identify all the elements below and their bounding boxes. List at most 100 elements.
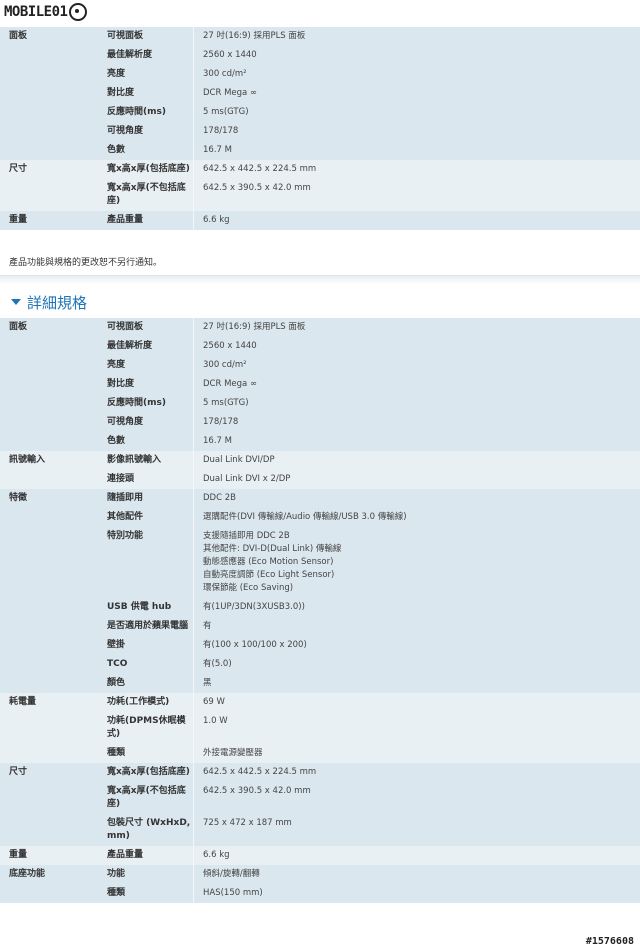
spec-label: USB 供電 hub: [93, 598, 194, 617]
spec-value: 6.6 kg: [194, 846, 640, 865]
spec-row: 特別功能 支援隨插即用 DDC 2B 其他配件: DVI-D(Dual Link) …: [0, 527, 640, 598]
spec-category: 重量: [0, 211, 93, 230]
spec-label: 種類: [93, 884, 194, 903]
spec-row: 其他配件 選購配件(DVI 傳輸線/Audio 傳輸線/USB 3.0 傳輸線): [0, 508, 640, 527]
spec-category: [0, 46, 93, 65]
spec-category: [0, 413, 93, 432]
spec-row: USB 供電 hub 有(1UP/3DN(3XUSB3.0)): [0, 598, 640, 617]
spec-row: 壁掛 有(100 x 100/100 x 200): [0, 636, 640, 655]
section-title: 詳細規格: [27, 293, 88, 312]
spec-label: 寬x高x厚(包括底座): [93, 160, 194, 179]
spec-label: 種類: [93, 744, 194, 763]
spec-label: 包裝尺寸 (WxHxD, mm): [93, 814, 194, 846]
spec-category: [0, 141, 93, 160]
spec-value: 642.5 x 442.5 x 224.5 mm: [194, 763, 640, 782]
spec-category: [0, 598, 93, 617]
summary-spec-table: 面板 可視面板 27 吋(16:9) 採用PLS 面板 最佳解析度 2560 x 144…: [0, 27, 640, 230]
spec-row: 底座功能 功能 傾斜/旋轉/翻轉: [0, 865, 640, 884]
spec-label: 反應時間(ms): [93, 394, 194, 413]
spec-value: 有(100 x 100/100 x 200): [194, 636, 640, 655]
spec-category: 訊號輸入: [0, 451, 93, 470]
spec-value: Dual Link DVI/DP: [194, 451, 640, 470]
spec-value: 2560 x 1440: [194, 46, 640, 65]
spec-category: [0, 356, 93, 375]
spec-label: 對比度: [93, 84, 194, 103]
spec-category: [0, 122, 93, 141]
spec-row: 可視角度 178/178: [0, 122, 640, 141]
spec-label: 功能: [93, 865, 194, 884]
spec-label: TCO: [93, 655, 194, 674]
spec-category: [0, 744, 93, 763]
spec-category: [0, 375, 93, 394]
detailed-spec-table: 面板 可視面板 27 吋(16:9) 採用PLS 面板 最佳解析度 2560 x 144…: [0, 318, 640, 903]
spec-row: 可視角度 178/178: [0, 413, 640, 432]
spec-row: 是否適用於蘋果電腦有: [0, 617, 640, 636]
spec-label: 可視面板: [93, 318, 194, 337]
spec-label: 隨插即用: [93, 489, 194, 508]
spec-label: 產品重量: [93, 846, 194, 865]
spec-row: 種類 HAS(150 mm): [0, 884, 640, 903]
spec-label: 可視面板: [93, 27, 194, 46]
spec-row: 反應時間(ms) 5 ms(GTG): [0, 394, 640, 413]
spec-value: 5 ms(GTG): [194, 394, 640, 413]
spec-row: 重量 產品重量 6.6 kg: [0, 211, 640, 230]
spec-value: 178/178: [194, 122, 640, 141]
spec-row: 最佳解析度 2560 x 1440: [0, 46, 640, 65]
spec-value: Dual Link DVI x 2/DP: [194, 470, 640, 489]
spec-row: 對比度 DCR Mega ∞: [0, 84, 640, 103]
spec-value: 27 吋(16:9) 採用PLS 面板: [194, 318, 640, 337]
spec-row: 反應時間(ms) 5 ms(GTG): [0, 103, 640, 122]
spec-category: [0, 179, 93, 211]
spec-row: 面板 可視面板 27 吋(16:9) 採用PLS 面板: [0, 318, 640, 337]
spec-value: 1.0 W: [194, 712, 640, 744]
spec-label: 特別功能: [93, 527, 194, 598]
spec-row: 重量 產品重量 6.6 kg: [0, 846, 640, 865]
spec-value: 642.5 x 442.5 x 224.5 mm: [194, 160, 640, 179]
spec-row: 包裝尺寸 (WxHxD, mm) 725 x 472 x 187 mm: [0, 814, 640, 846]
spec-value: 300 cd/m²: [194, 65, 640, 84]
spec-label: 色數: [93, 141, 194, 160]
image-watermark: #1576608: [585, 936, 634, 947]
spec-value: 178/178: [194, 413, 640, 432]
spec-category: 重量: [0, 846, 93, 865]
logo-face-icon: [69, 3, 88, 21]
spec-category: [0, 712, 93, 744]
spec-label: 是否適用於蘋果電腦: [93, 617, 194, 636]
spec-value: 300 cd/m²: [194, 356, 640, 375]
spec-row: 亮度 300 cd/m²: [0, 65, 640, 84]
spec-row: 訊號輸入 影像訊號輸入 Dual Link DVI/DP: [0, 451, 640, 470]
spec-value: 725 x 472 x 187 mm: [194, 814, 640, 846]
spec-category: [0, 337, 93, 356]
spec-category: [0, 508, 93, 527]
detailed-spec-header[interactable]: 詳細規格: [0, 288, 640, 316]
spec-category: [0, 394, 93, 413]
spec-category: 尺寸: [0, 160, 93, 179]
spec-value: 傾斜/旋轉/翻轉: [194, 865, 640, 884]
spec-category: 耗電量: [0, 693, 93, 712]
spec-value: DCR Mega ∞: [194, 84, 640, 103]
spec-value: 有(1UP/3DN(3XUSB3.0)): [194, 598, 640, 617]
spec-row: 耗電量 功耗(工作模式) 69 W: [0, 693, 640, 712]
spec-value: 有(5.0): [194, 655, 640, 674]
spec-value: DCR Mega ∞: [194, 375, 640, 394]
spec-category: [0, 636, 93, 655]
spec-label: 可視角度: [93, 413, 194, 432]
spec-category: [0, 655, 93, 674]
spec-row: 色數 16.7 M: [0, 432, 640, 451]
spec-category: [0, 470, 93, 489]
spec-value: 外接電源變壓器: [194, 744, 640, 763]
spec-category: [0, 674, 93, 693]
spec-change-notice: 產品功能與規格的更改恕不另行通知。: [0, 250, 640, 276]
spec-category: [0, 432, 93, 451]
spec-label: 色數: [93, 432, 194, 451]
spec-row: 最佳解析度 2560 x 1440: [0, 337, 640, 356]
spec-category: [0, 103, 93, 122]
spec-category: [0, 527, 93, 598]
spec-row: 面板 可視面板 27 吋(16:9) 採用PLS 面板: [0, 27, 640, 46]
spec-value: 16.7 M: [194, 141, 640, 160]
spec-row: 寬x高x厚(不包括底座) 642.5 x 390.5 x 42.0 mm: [0, 782, 640, 814]
spec-row: 尺寸 寬x高x厚(包括底座) 642.5 x 442.5 x 224.5 mm: [0, 763, 640, 782]
logo-text: MOBILE01: [4, 4, 68, 20]
spec-category: [0, 814, 93, 846]
spec-value: HAS(150 mm): [194, 884, 640, 903]
